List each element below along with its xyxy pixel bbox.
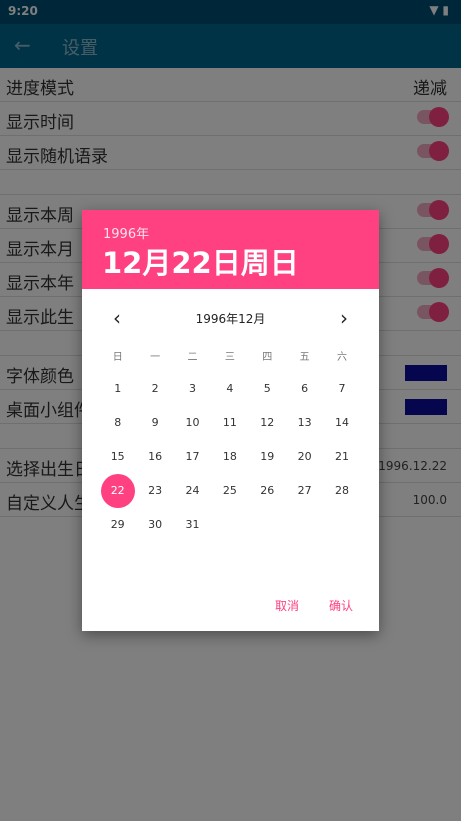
day-label: 23: [148, 484, 163, 497]
day-cell[interactable]: 18: [211, 440, 248, 474]
day-cell[interactable]: 31: [174, 508, 211, 542]
day-label: 24: [185, 484, 200, 497]
day-label: 6: [301, 382, 309, 395]
day-cell[interactable]: 7: [323, 372, 360, 406]
day-label: 17: [185, 450, 200, 463]
weekday-header-row: 日一二三四五六: [99, 346, 361, 370]
calendar-grid: 日一二三四五六 1 2 3 4 5 6 7 8 9 10 11 12 13 14 15 16 17 18 19 20 21…: [99, 346, 361, 542]
day-label: 12: [260, 416, 275, 429]
day-label: 8: [114, 416, 122, 429]
day-label: 11: [222, 416, 237, 429]
calendar-week-row: 1 2 3 4 5 6 7: [99, 372, 361, 406]
day-label: 15: [110, 450, 125, 463]
day-label: 20: [297, 450, 312, 463]
day-label: 22: [100, 474, 135, 508]
day-cell[interactable]: 9: [136, 406, 173, 440]
day-label: 27: [297, 484, 312, 497]
day-cell[interactable]: 21: [323, 440, 360, 474]
day-cell[interactable]: 30: [136, 508, 173, 542]
day-cell[interactable]: 11: [211, 406, 248, 440]
day-label: 21: [335, 450, 350, 463]
weekday-label: 二: [187, 352, 198, 363]
day-cell[interactable]: 5: [249, 372, 286, 406]
weekday-label: 一: [150, 352, 161, 363]
weekday-label: 日: [112, 352, 123, 363]
day-cell[interactable]: 3: [174, 372, 211, 406]
day-label: 28: [335, 484, 350, 497]
day-cell[interactable]: 23: [136, 474, 173, 508]
day-label: 19: [260, 450, 275, 463]
day-label: 25: [222, 484, 237, 497]
day-label: 26: [260, 484, 275, 497]
day-cell[interactable]: 27: [286, 474, 323, 508]
chevron-right-icon[interactable]: ›: [332, 306, 356, 330]
empty-day-cell: [211, 508, 248, 542]
day-label: 5: [263, 382, 271, 395]
calendar-week-row: 22 23 24 25 26 27 28: [99, 474, 361, 508]
day-cell[interactable]: 20: [286, 440, 323, 474]
day-cell[interactable]: 17: [174, 440, 211, 474]
day-cell[interactable]: 26: [249, 474, 286, 508]
month-navigation: ‹ 1996年12月 ›: [82, 306, 379, 330]
day-cell[interactable]: 2: [136, 372, 173, 406]
day-label: 2: [151, 382, 159, 395]
day-label: 13: [297, 416, 312, 429]
day-label: 1: [114, 382, 122, 395]
day-label: 31: [185, 518, 200, 531]
dialog-actions: 取消 确认: [82, 591, 379, 621]
day-label: 29: [110, 518, 125, 531]
day-cell[interactable]: 29: [99, 508, 136, 542]
day-cell[interactable]: 15: [99, 440, 136, 474]
day-cell[interactable]: 4: [211, 372, 248, 406]
day-cell[interactable]: 10: [174, 406, 211, 440]
cancel-button[interactable]: 取消: [275, 597, 299, 614]
calendar-week-row: 15 16 17 18 19 20 21: [99, 440, 361, 474]
day-cell[interactable]: 12: [249, 406, 286, 440]
selected-date[interactable]: 12月22日周日: [102, 240, 299, 282]
weekday-label: 五: [299, 352, 310, 363]
day-label: 30: [148, 518, 163, 531]
day-label: 3: [188, 382, 196, 395]
confirm-button[interactable]: 确认: [329, 597, 353, 614]
day-label: 9: [151, 416, 159, 429]
day-label: 14: [335, 416, 350, 429]
empty-day-cell: [286, 508, 323, 542]
empty-day-cell: [323, 508, 360, 542]
calendar-week-row: 8 9 10 11 12 13 14: [99, 406, 361, 440]
date-picker-dialog: 1996年 12月22日周日 ‹ 1996年12月 › 日一二三四五六12345…: [82, 210, 379, 631]
date-picker-header: 1996年 12月22日周日: [82, 210, 379, 289]
day-label: 4: [226, 382, 234, 395]
day-cell[interactable]: 1: [99, 372, 136, 406]
selected-day-cell[interactable]: 22: [99, 474, 136, 508]
day-cell[interactable]: 16: [136, 440, 173, 474]
day-label: 7: [338, 382, 346, 395]
day-cell[interactable]: 28: [323, 474, 360, 508]
day-label: 16: [148, 450, 163, 463]
empty-day-cell: [249, 508, 286, 542]
day-cell[interactable]: 13: [286, 406, 323, 440]
day-cell[interactable]: 14: [323, 406, 360, 440]
weekday-label: 四: [262, 352, 273, 363]
day-cell[interactable]: 25: [211, 474, 248, 508]
weekday-label: 三: [224, 352, 235, 363]
day-cell[interactable]: 19: [249, 440, 286, 474]
weekday-label: 六: [337, 352, 348, 363]
day-cell[interactable]: 8: [99, 406, 136, 440]
day-cell[interactable]: 24: [174, 474, 211, 508]
day-label: 18: [222, 450, 237, 463]
day-label: 10: [185, 416, 200, 429]
calendar-week-row: 29 30 31: [99, 508, 361, 542]
day-cell[interactable]: 6: [286, 372, 323, 406]
